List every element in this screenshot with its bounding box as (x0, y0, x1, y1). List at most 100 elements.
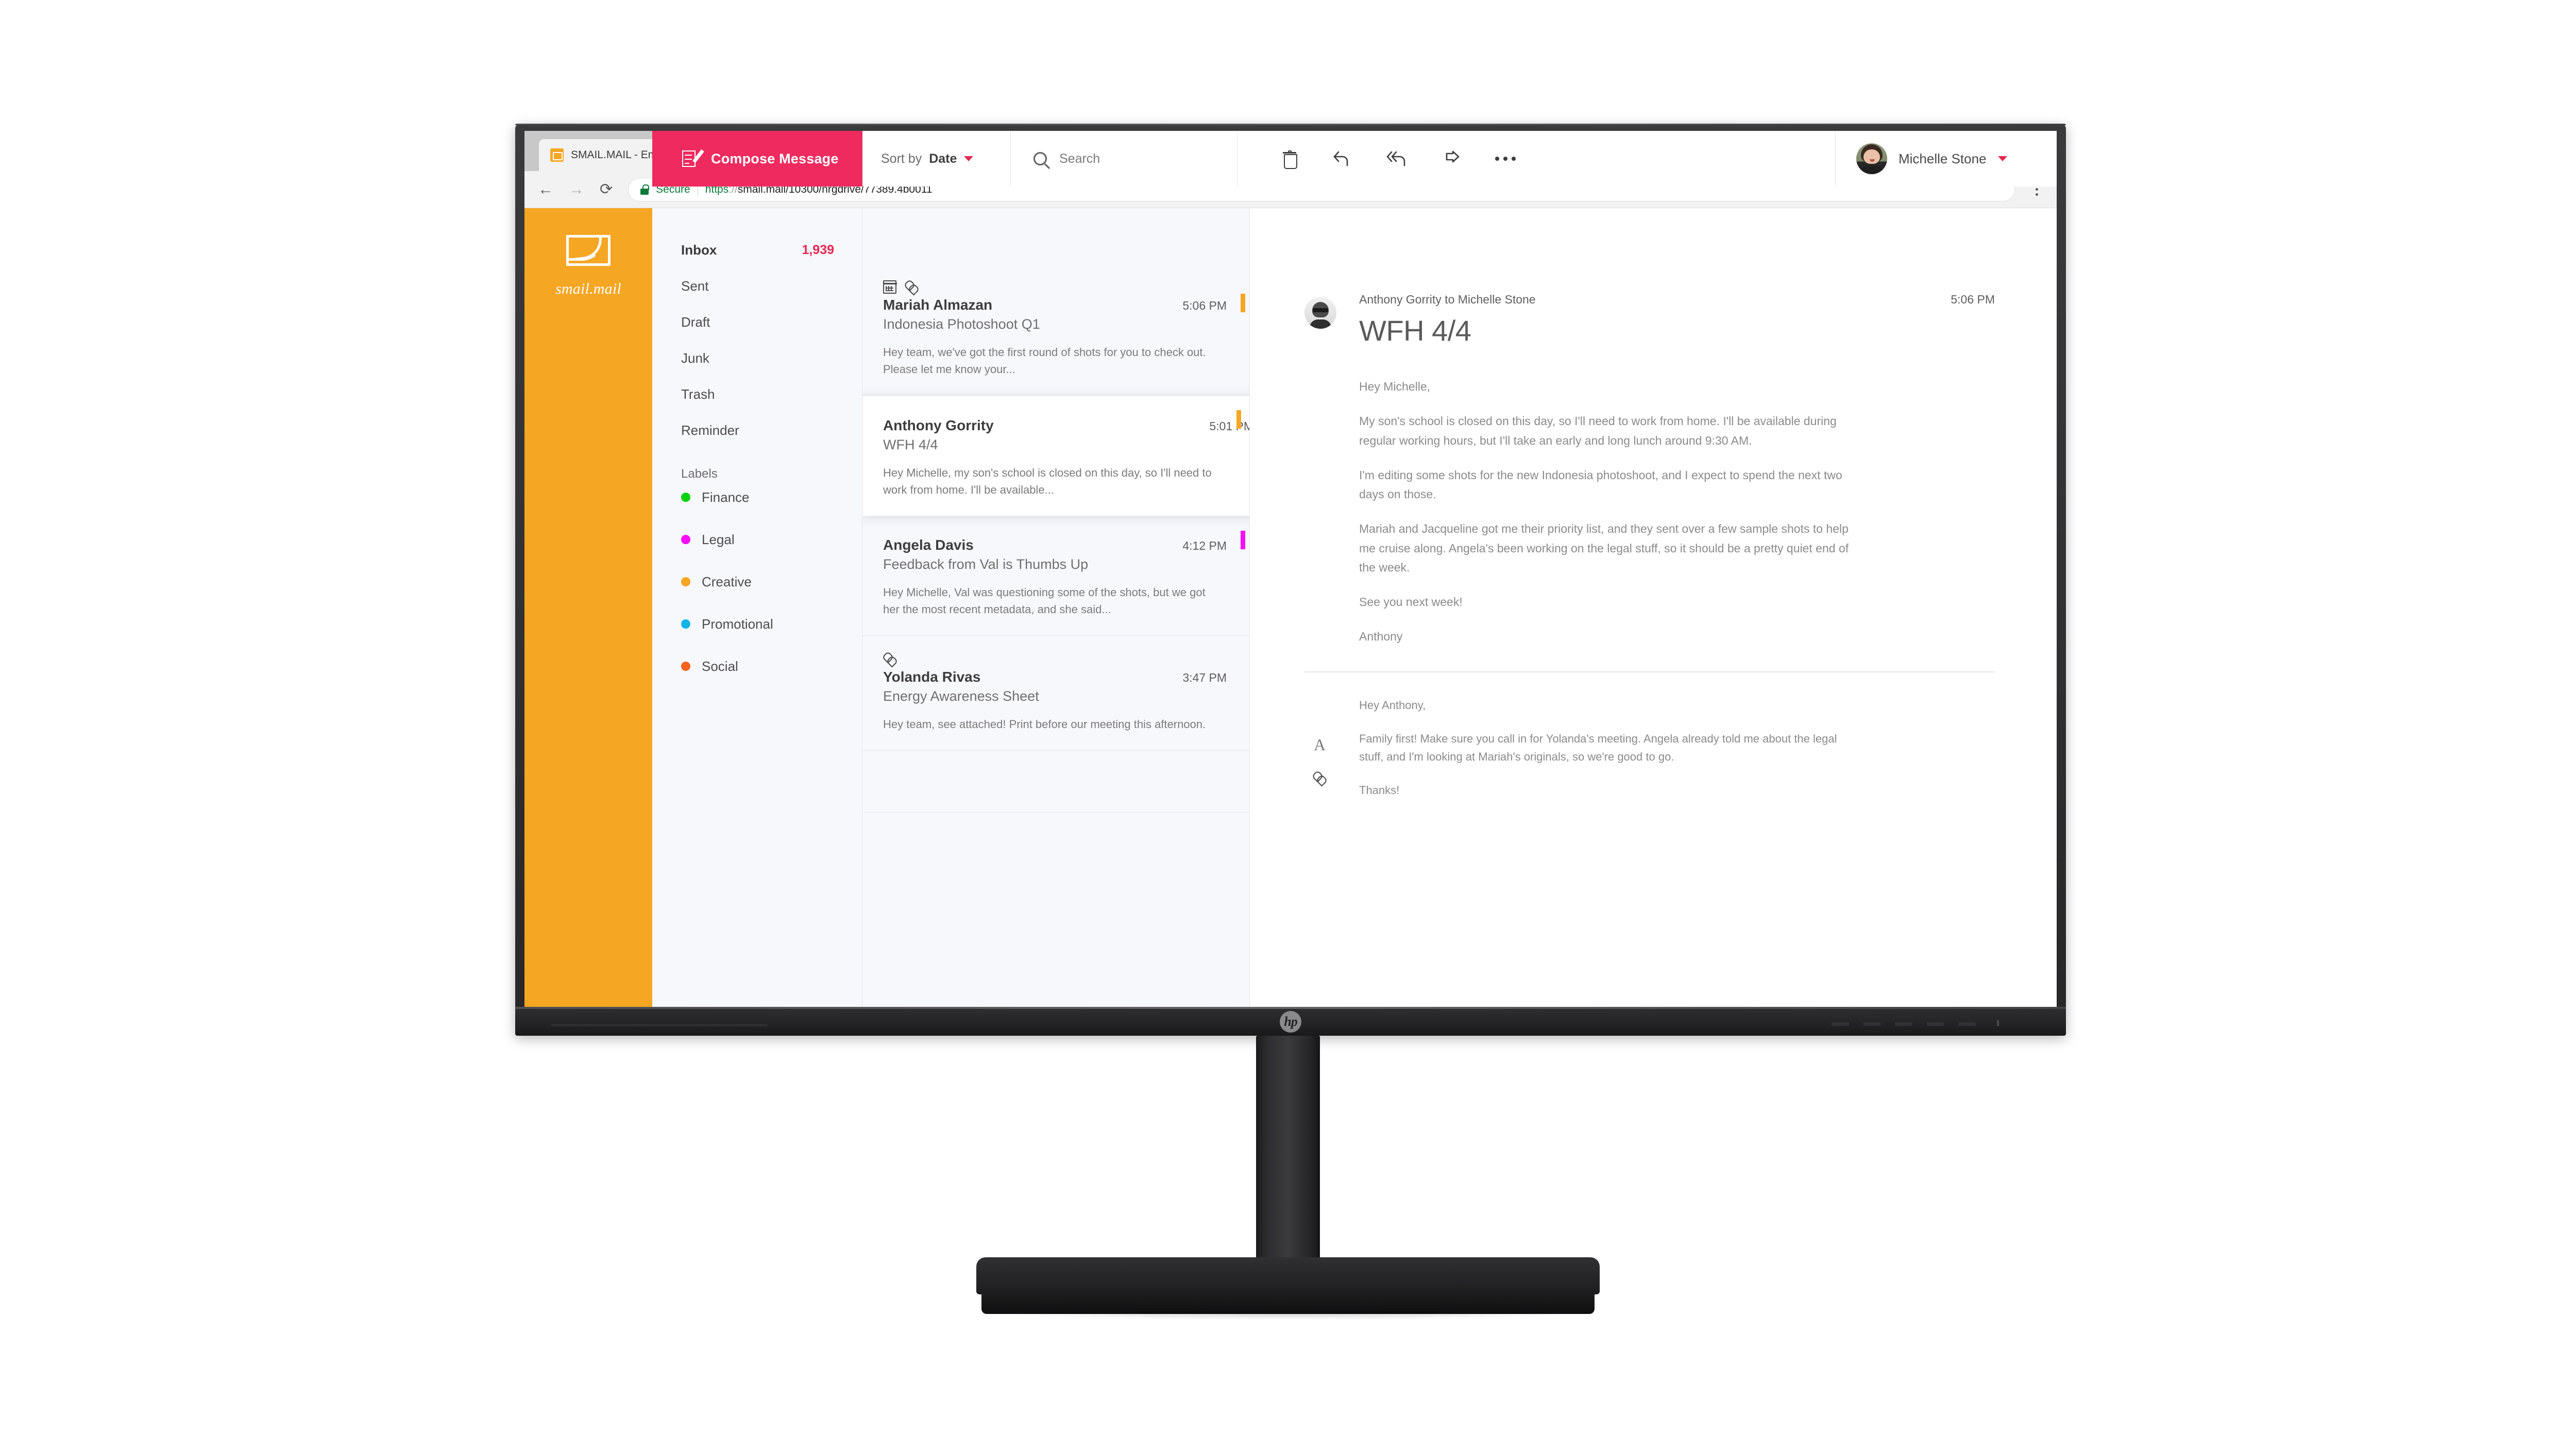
delete-button[interactable] (1283, 150, 1297, 169)
app-header: Compose Message Sort by Date Search Mich… (652, 131, 2057, 187)
sidebar-item-sent[interactable]: Sent (652, 273, 862, 299)
chin-vent-left (551, 1024, 768, 1026)
reply-paragraph: Thanks! (1359, 784, 1400, 797)
email-list-item[interactable]: Angela Davis 4:12 PM Feedback from Val i… (862, 516, 1249, 636)
sidebar-item-inbox[interactable]: Inbox 1,939 (652, 237, 862, 263)
reply-paragraph: Family first! Make sure you call in for … (1359, 732, 1837, 763)
calendar-icon (883, 280, 897, 294)
sidebar-label-legal[interactable]: Legal (652, 527, 862, 552)
compose-icon (682, 149, 704, 168)
message-paragraph: My son's school is closed on this day, s… (1359, 414, 1837, 447)
back-icon[interactable]: ← (538, 181, 553, 197)
reply-gutter: A (1304, 696, 1359, 815)
forward-icon (1446, 150, 1460, 163)
reply-body: Hey Anthony, Family first! Make sure you… (1359, 696, 1854, 815)
message-toolbar (1238, 131, 1835, 187)
email-badges (883, 279, 1227, 295)
monitor-chin: hp (515, 1007, 2066, 1036)
chevron-down-icon (964, 156, 974, 161)
reply-message: A Hey Anthony, Family first! Make sure y… (1304, 672, 1995, 815)
sidebar-item-junk[interactable]: Junk (652, 345, 862, 371)
email-list-item[interactable]: Yolanda Rivas 3:47 PM Energy Awareness S… (862, 636, 1249, 751)
sidebar-item-label: Draft (681, 314, 710, 330)
message-paragraph: Mariah and Jacqueline got me their prior… (1359, 522, 1849, 574)
sidebar-item-label: Trash (681, 386, 715, 402)
email-snippet: Hey Michelle, Val was questioning some o… (883, 586, 1206, 616)
email-snippet: Hey team, we've got the first round of s… (883, 346, 1206, 376)
email-time: 5:01 PM (1209, 419, 1250, 433)
sidebar-item-label: Inbox (681, 242, 717, 258)
sidebar-item-trash[interactable]: Trash (652, 381, 862, 407)
user-menu[interactable]: Michelle Stone (1835, 131, 2057, 187)
sidebar-label-promotional[interactable]: Promotional (652, 611, 862, 637)
email-sender: Yolanda Rivas (883, 669, 981, 685)
monitor-stand-neck (1256, 1036, 1320, 1273)
sidebar-item-reminder[interactable]: Reminder (652, 417, 862, 443)
search-placeholder: Search (1059, 151, 1100, 166)
inbox-unread-count: 1,939 (802, 242, 834, 257)
monitor: SMAIL.MAIL - Email inbo ✕ ✕ ← → ⟳ (515, 124, 2066, 1036)
monitor-screen: SMAIL.MAIL - Email inbo ✕ ✕ ← → ⟳ (524, 131, 2057, 1007)
more-options-button[interactable] (1495, 157, 1516, 161)
reply-all-button[interactable] (1386, 150, 1409, 167)
label-color-dot (681, 619, 690, 629)
message-time: 5:06 PM (1951, 293, 1995, 306)
browser-window: SMAIL.MAIL - Email inbo ✕ ✕ ← → ⟳ (524, 131, 2057, 1007)
avatar (1856, 143, 1887, 174)
compose-message-button[interactable]: Compose Message (652, 131, 862, 187)
email-list-item[interactable] (862, 751, 1249, 813)
email-snippet: Hey team, see attached! Print before our… (883, 718, 1206, 731)
sidebar-label-social[interactable]: Social (652, 653, 862, 679)
message-paragraph: I'm editing some shots for the new Indon… (1359, 468, 1842, 501)
sidebar: Inbox 1,939 Sent Draft Junk Trash Remind… (652, 208, 862, 1007)
email-subject: Indonesia Photoshoot Q1 (883, 316, 1040, 332)
reply-all-icon (1386, 151, 1405, 166)
sender-avatar (1304, 297, 1336, 329)
email-list-item[interactable]: Mariah Almazan 5:06 PM Indonesia Photosh… (862, 264, 1249, 396)
email-list-item-selected[interactable]: Anthony Gorrity 5:01 PM WFH 4/4 Hey Mich… (862, 396, 1250, 516)
sort-by-dropdown[interactable]: Sort by Date (862, 131, 1011, 187)
forward-button[interactable] (1444, 150, 1460, 167)
power-led (1997, 1020, 1999, 1026)
reading-pane: Anthony Gorrity to Michelle Stone 5:06 P… (1250, 208, 2057, 1007)
label-name: Promotional (702, 616, 773, 632)
email-list: Mariah Almazan 5:06 PM Indonesia Photosh… (862, 208, 1250, 1007)
reply-icon (1333, 151, 1348, 166)
smail-logo-icon (566, 235, 611, 266)
label-color-dot (681, 493, 690, 502)
brand-rail: smail.mail (524, 208, 652, 1007)
reply-paragraph: Hey Anthony, (1359, 698, 1426, 712)
attachment-icon (1313, 771, 1326, 785)
message-paragraph: Hey Michelle, (1359, 380, 1431, 393)
user-name: Michelle Stone (1899, 150, 1987, 166)
sidebar-label-finance[interactable]: Finance (652, 484, 862, 510)
label-color-dot (681, 662, 690, 671)
email-time: 3:47 PM (1182, 671, 1227, 684)
email-time: 4:12 PM (1182, 539, 1227, 552)
email-flag (1241, 531, 1245, 549)
monitor-buttons (1832, 1022, 1976, 1026)
email-sender: Angela Davis (883, 537, 974, 553)
email-badges (883, 651, 1227, 667)
label-name: Legal (702, 531, 735, 547)
label-color-dot (681, 577, 690, 586)
email-sender: Mariah Almazan (883, 297, 993, 313)
reload-icon[interactable]: ⟳ (600, 181, 613, 197)
email-time: 5:06 PM (1182, 299, 1227, 312)
reply-button[interactable] (1331, 150, 1351, 167)
hp-logo: hp (1280, 1011, 1301, 1033)
email-flag (1236, 410, 1241, 429)
mail-app: smail.mail Inbox 1,939 Sent Draft Junk T… (524, 131, 2057, 1007)
smail-favicon-icon (550, 148, 564, 162)
forward-icon[interactable]: → (569, 181, 584, 197)
email-subject: Energy Awareness Sheet (883, 688, 1039, 704)
reply-avatar-initial: A (1314, 735, 1326, 754)
labels-heading: Labels (681, 467, 718, 481)
sidebar-label-creative[interactable]: Creative (652, 569, 862, 595)
message-participants: Anthony Gorrity to Michelle Stone (1359, 293, 1536, 306)
sidebar-item-draft[interactable]: Draft (652, 309, 862, 335)
message-subject: WFH 4/4 (1359, 314, 1471, 347)
message-paragraph: See you next week! (1359, 595, 1463, 609)
label-name: Social (702, 658, 738, 674)
search-input[interactable]: Search (1011, 131, 1238, 187)
